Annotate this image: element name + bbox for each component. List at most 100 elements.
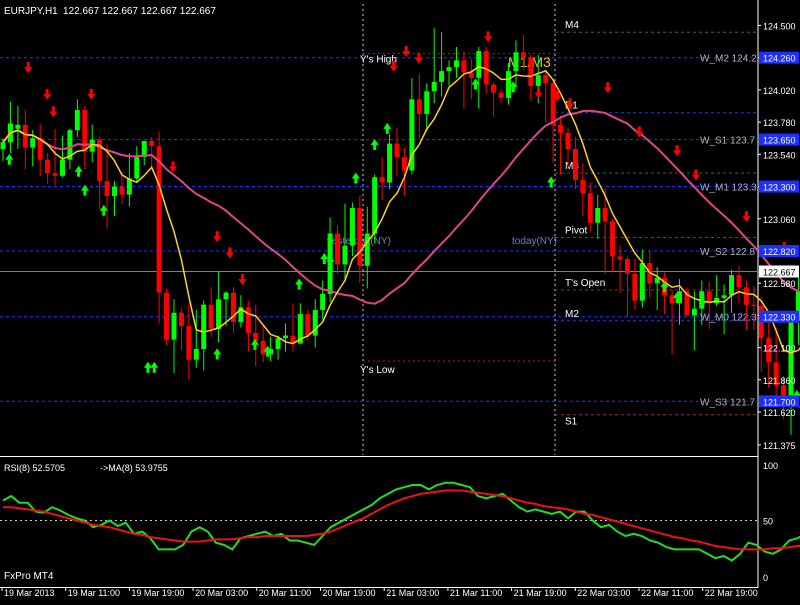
candle-body: [618, 256, 623, 259]
time-tick-label: 19 Mar 11:00: [68, 588, 120, 598]
rsi-tick-label: 100: [763, 461, 778, 471]
pivot-label-s1: S1: [565, 417, 578, 428]
candle-body: [320, 294, 325, 310]
candle-body: [751, 305, 756, 306]
symbol-name: EURJPY,H1: [4, 6, 58, 17]
candle-body: [603, 208, 608, 221]
candle-body: [432, 82, 437, 91]
ohlc-values: 122.667 122.667 122.667 122.667: [63, 6, 216, 17]
price-tick-label: 121.860: [763, 376, 796, 386]
candle-body: [543, 75, 548, 83]
candle-body: [15, 125, 20, 129]
candle-body: [276, 338, 281, 349]
pivot-label-w_s2: W_S2 122.8: [700, 247, 755, 258]
candle-body: [112, 187, 117, 196]
price-tick-label: 122.580: [763, 279, 796, 289]
candle-body: [722, 295, 727, 298]
candle-body: [558, 125, 563, 133]
candle-body: [134, 157, 139, 178]
pivot-price-tag-label: 121.700: [763, 397, 796, 407]
candle-body: [632, 274, 637, 301]
pivot-price-tag-label: 122.820: [763, 247, 796, 257]
candle-body: [305, 314, 310, 335]
time-tick-label: 19 Mar 19:00: [131, 588, 184, 598]
pivot-label-w_m2: W_M2 124.2: [700, 54, 757, 65]
pivot-label-pivot: Pivot: [565, 226, 587, 237]
candle-body: [513, 52, 518, 71]
candle-body: [149, 141, 154, 146]
candle-body: [536, 75, 541, 86]
candle-body: [1, 142, 6, 149]
price-tick-label: 121.375: [763, 441, 796, 451]
time-tick-label: 19 Mar 2013: [4, 588, 55, 598]
price-tick-label: 122.100: [763, 344, 796, 354]
candle-body: [350, 208, 355, 246]
broker-label: FxPro MT4: [4, 571, 54, 582]
candle-body: [447, 67, 452, 71]
current-price-tag-label: 122.667: [763, 268, 796, 278]
candle-body: [365, 234, 370, 266]
candle-body: [499, 93, 504, 98]
candle-body: [640, 263, 645, 301]
candle-body: [565, 133, 570, 149]
candle-body: [439, 71, 444, 82]
chart-root: M4W_M2 124.2R1W_S1 123.7M3W_M1 123.3Pivo…: [0, 0, 800, 600]
candle-body: [573, 149, 578, 180]
today-ny-label: today(NY): [512, 236, 557, 247]
candle-body: [670, 295, 675, 303]
pivot-price-tag-label: 123.300: [763, 183, 796, 193]
candle-body: [75, 110, 80, 130]
time-tick-label: 21 Mar 19:00: [514, 588, 567, 598]
candle-body: [335, 234, 340, 265]
time-tick-label: 20 Mar 11:00: [259, 588, 311, 598]
candle-body: [380, 177, 385, 182]
pivot-label-w_s3: W_S3 121.7: [700, 397, 755, 408]
candle-body: [588, 193, 593, 223]
candle-body: [30, 138, 35, 147]
price-tick-label: 123.060: [763, 215, 796, 225]
candle-body: [387, 144, 392, 183]
pivot-label-w_s1: W_S1 123.7: [700, 136, 755, 147]
time-tick-label: 22 Mar 03:00: [577, 588, 630, 598]
candle-body: [179, 313, 184, 326]
candle-body: [357, 208, 362, 266]
rsi-ma-label: ->MA(8) 53.9755: [100, 463, 168, 473]
candle-body: [194, 349, 199, 360]
candle-body: [171, 313, 176, 340]
candle-body: [491, 85, 496, 93]
time-tick-label: 22 Mar 11:00: [641, 588, 693, 598]
candle-body: [261, 341, 266, 354]
candle-body: [402, 157, 407, 170]
pivot-price-tag-label: 122.330: [763, 313, 796, 323]
candle-body: [216, 299, 221, 329]
symbol-header: EURJPY,H1 122.667 122.667 122.667 122.667: [4, 6, 216, 17]
time-tick-label: 21 Mar 03:00: [386, 588, 439, 598]
candle-body: [521, 52, 526, 57]
candle-body: [789, 321, 794, 404]
candle-body: [729, 275, 734, 295]
candle-body: [186, 326, 191, 360]
candle-body: [610, 221, 615, 256]
time-tick-label: 21 Mar 11:00: [450, 588, 502, 598]
candle-body: [595, 208, 600, 223]
candle-body: [692, 309, 697, 316]
candle-body: [744, 287, 749, 304]
ys-low-label: Y's Low: [360, 365, 395, 376]
candle-body: [253, 333, 258, 341]
pivot-label-m2: M2: [565, 309, 579, 320]
ys-high-label: Y's High: [360, 55, 397, 66]
time-tick-label: 20 Mar 03:00: [195, 588, 248, 598]
candle-body: [506, 71, 511, 98]
price-tick-label: 123.540: [763, 150, 796, 160]
candle-body: [119, 187, 124, 195]
candle-body: [342, 246, 347, 265]
candle-body: [580, 180, 585, 193]
rsi-tick-label: 0: [763, 573, 768, 583]
candle-body: [283, 336, 288, 339]
pivot-label-t-s-open: T's Open: [565, 278, 605, 289]
candle-body: [201, 305, 206, 349]
candle-body: [105, 181, 110, 196]
pivot-label-w_m0: W_M0 122.3: [700, 313, 757, 324]
rsi-tick-label: 50: [763, 517, 773, 527]
candle-body: [424, 91, 429, 114]
